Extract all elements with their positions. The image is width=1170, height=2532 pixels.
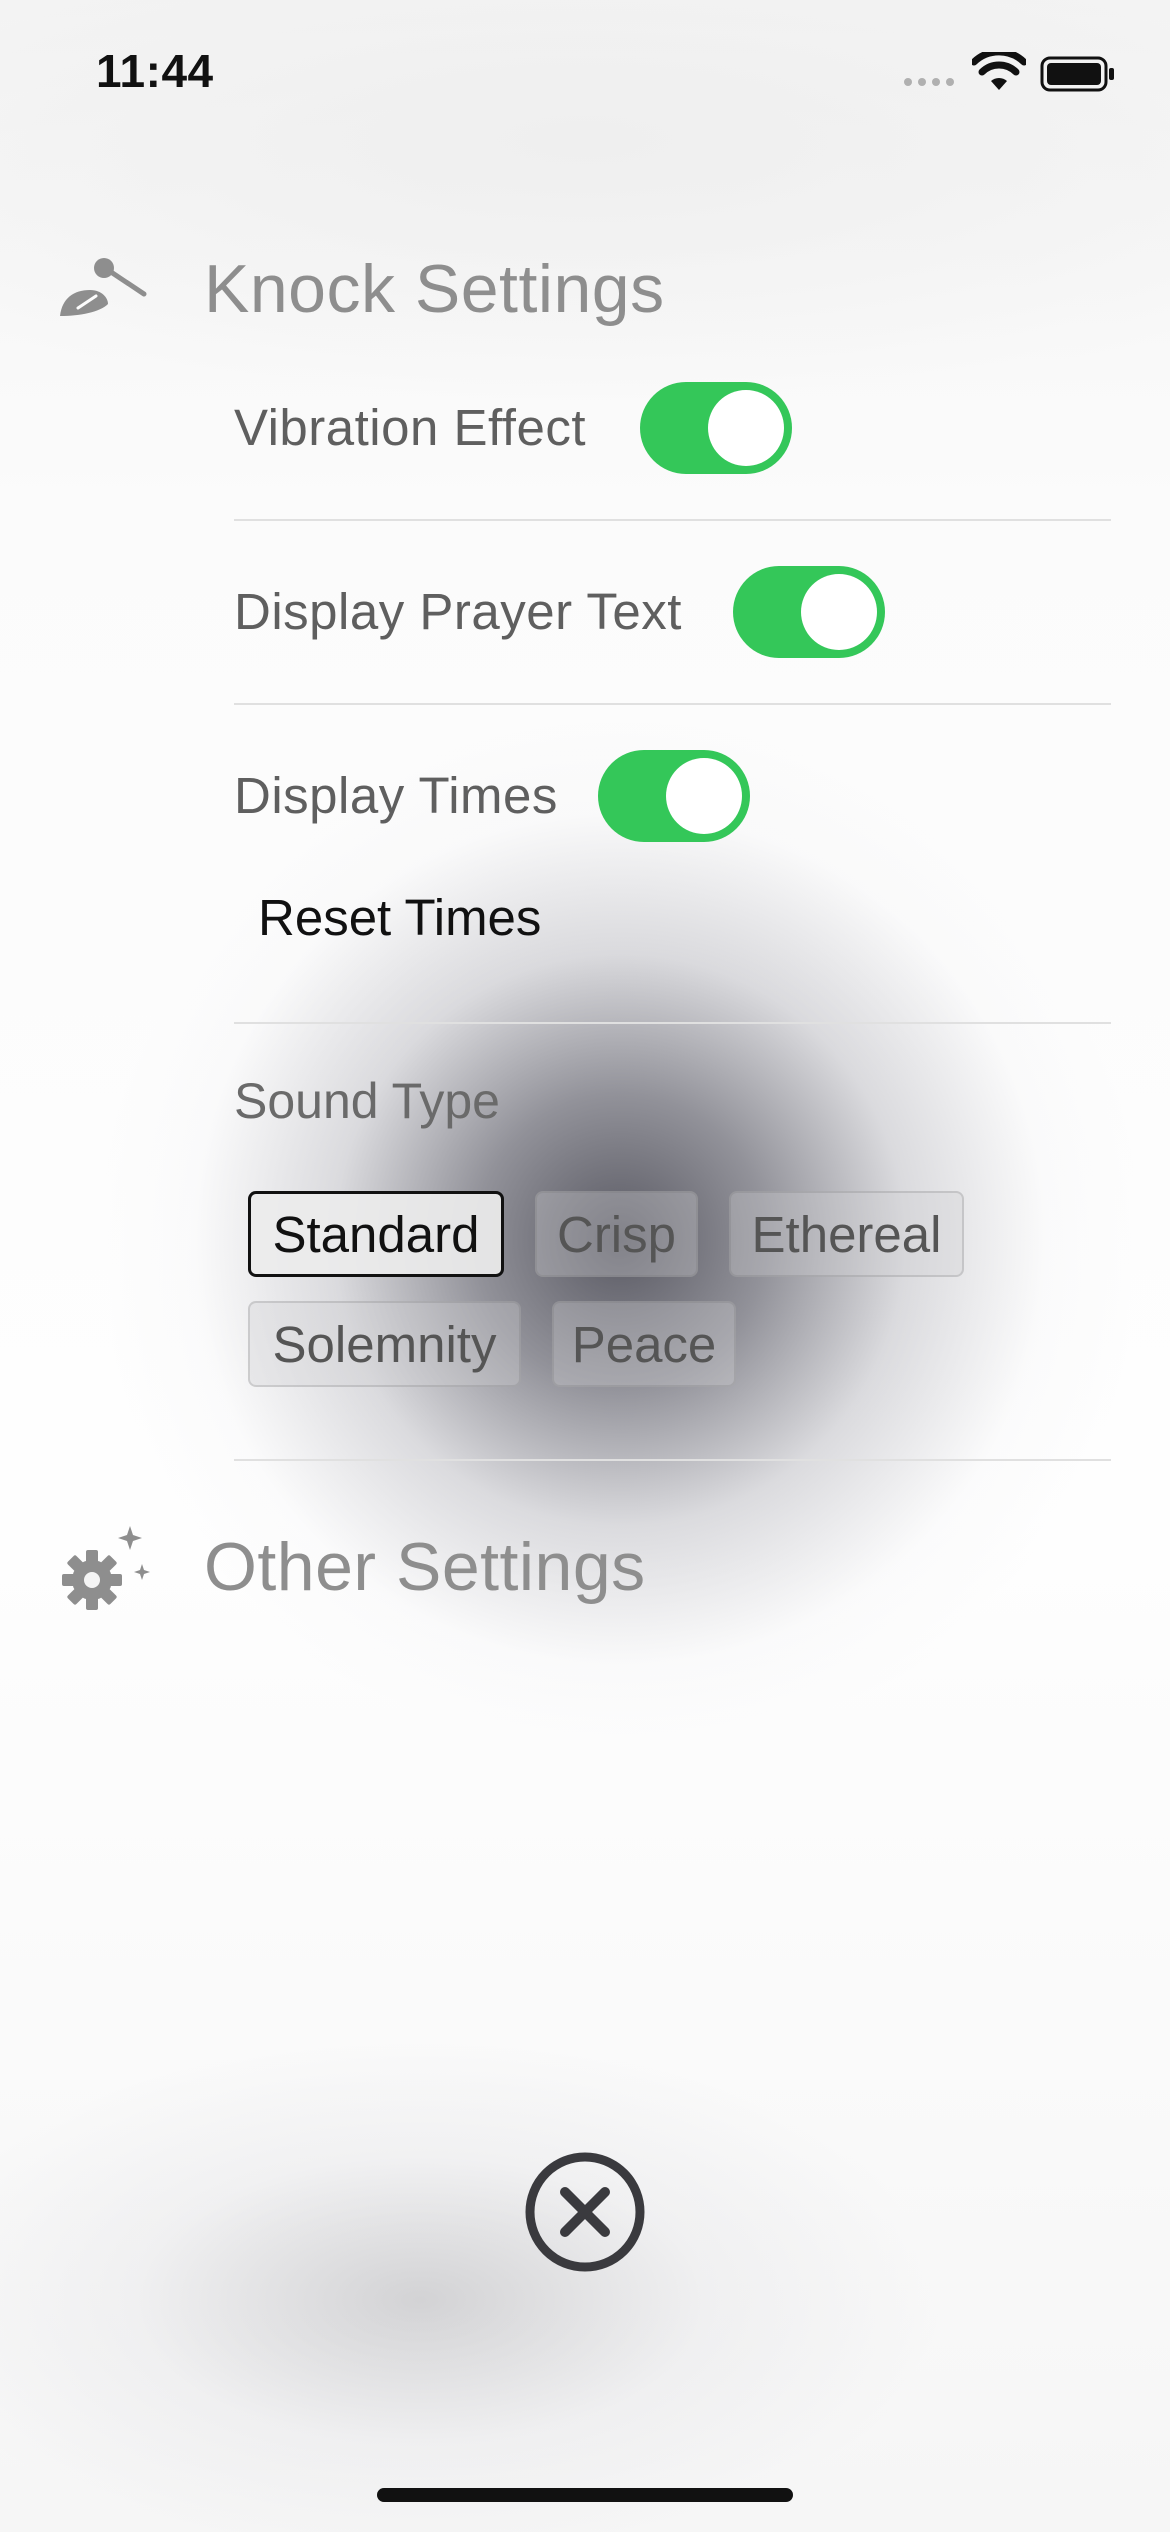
display-times-label: Display Times bbox=[234, 767, 558, 824]
toggle-knob bbox=[666, 758, 742, 834]
sound-option-peace[interactable]: Peace bbox=[552, 1301, 736, 1387]
gear-sparkle-icon bbox=[60, 1524, 152, 1615]
toggle-knob bbox=[708, 390, 784, 466]
sound-option-crisp[interactable]: Crisp bbox=[535, 1191, 698, 1277]
sound-option-standard[interactable]: Standard bbox=[248, 1191, 504, 1277]
divider bbox=[234, 1022, 1111, 1024]
sound-option-ethereal[interactable]: Ethereal bbox=[729, 1191, 964, 1277]
mallet-icon bbox=[56, 256, 148, 323]
sound-type-label: Sound Type bbox=[234, 1073, 500, 1129]
knock-settings-title: Knock Settings bbox=[204, 251, 665, 327]
vibration-effect-label: Vibration Effect bbox=[234, 399, 587, 456]
sound-option-solemnity[interactable]: Solemnity bbox=[248, 1301, 521, 1387]
display-prayer-text-label: Display Prayer Text bbox=[234, 583, 682, 640]
divider bbox=[234, 1459, 1111, 1461]
wifi-icon bbox=[970, 48, 1028, 97]
status-time: 11:44 bbox=[96, 45, 214, 97]
home-indicator bbox=[377, 2488, 793, 2502]
signal-dots-icon bbox=[904, 78, 954, 86]
close-button[interactable] bbox=[523, 2150, 647, 2274]
reset-times-button[interactable]: Reset Times bbox=[258, 888, 541, 947]
divider bbox=[234, 519, 1111, 521]
close-circle-icon bbox=[525, 2152, 645, 2272]
vibration-effect-toggle[interactable] bbox=[640, 382, 792, 474]
display-times-toggle[interactable] bbox=[598, 750, 750, 842]
display-prayer-text-toggle[interactable] bbox=[733, 566, 885, 658]
battery-icon bbox=[1040, 56, 1116, 97]
divider bbox=[234, 703, 1111, 705]
other-settings-title: Other Settings bbox=[204, 1529, 646, 1605]
toggle-knob bbox=[801, 574, 877, 650]
